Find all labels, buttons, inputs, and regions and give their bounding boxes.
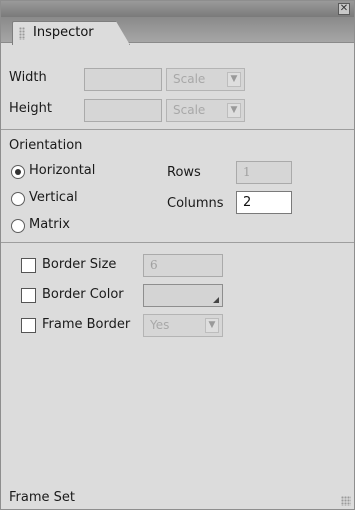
border-size-input[interactable]: 6 xyxy=(143,254,223,277)
panel-titlebar[interactable]: ✕ xyxy=(1,1,354,17)
horizontal-option-label: Horizontal xyxy=(29,163,96,178)
radio-selected-dot xyxy=(15,169,21,175)
chevron-down-icon[interactable]: ▼ xyxy=(205,318,219,333)
tab-inspector[interactable]: Inspector xyxy=(12,21,130,45)
matrix-option-label: Matrix xyxy=(29,217,70,232)
border-size-value: 6 xyxy=(150,258,158,272)
rows-label: Rows xyxy=(167,165,201,180)
orientation-heading: Orientation xyxy=(9,138,83,153)
width-label: Width xyxy=(9,70,47,85)
radio-matrix[interactable] xyxy=(11,219,25,233)
radio-horizontal[interactable] xyxy=(11,165,25,179)
frame-border-value: Yes xyxy=(150,318,170,332)
height-unit-value: Scale xyxy=(173,103,206,117)
height-input[interactable] xyxy=(84,99,162,122)
status-text: Frame Set xyxy=(9,490,75,505)
width-input[interactable] xyxy=(84,68,162,91)
border-size-checkbox[interactable] xyxy=(21,258,36,273)
columns-input[interactable]: 2 xyxy=(236,191,292,214)
border-color-label: Border Color xyxy=(42,287,124,302)
width-unit-value: Scale xyxy=(173,72,206,86)
width-unit-select[interactable]: Scale ▼ xyxy=(166,68,245,91)
columns-label: Columns xyxy=(167,196,224,211)
chevron-down-icon[interactable]: ▼ xyxy=(227,72,241,87)
section-divider xyxy=(1,129,354,130)
radio-vertical[interactable] xyxy=(11,192,25,206)
frame-border-label: Frame Border xyxy=(42,317,131,332)
rows-value: 1 xyxy=(243,165,251,179)
tab-label: Inspector xyxy=(33,25,94,40)
chevron-down-icon[interactable]: ▼ xyxy=(227,103,241,118)
frame-border-select[interactable]: Yes ▼ xyxy=(143,314,223,337)
resize-grip-icon[interactable] xyxy=(341,496,351,506)
frame-border-checkbox[interactable] xyxy=(21,318,36,333)
columns-value: 2 xyxy=(243,195,252,210)
border-color-checkbox[interactable] xyxy=(21,288,36,303)
vertical-option-label: Vertical xyxy=(29,190,78,205)
section-divider xyxy=(1,242,354,243)
rows-input[interactable]: 1 xyxy=(236,161,292,184)
close-icon[interactable]: ✕ xyxy=(338,3,350,15)
height-unit-select[interactable]: Scale ▼ xyxy=(166,99,245,122)
swatch-corner-icon xyxy=(213,297,219,303)
height-label: Height xyxy=(9,101,52,116)
inspector-panel: ✕ Inspector Width Scale ▼ Height Scale ▼… xyxy=(0,0,355,510)
tab-grip-icon[interactable] xyxy=(19,27,25,40)
border-color-swatch[interactable] xyxy=(143,284,223,307)
border-size-label: Border Size xyxy=(42,257,117,272)
